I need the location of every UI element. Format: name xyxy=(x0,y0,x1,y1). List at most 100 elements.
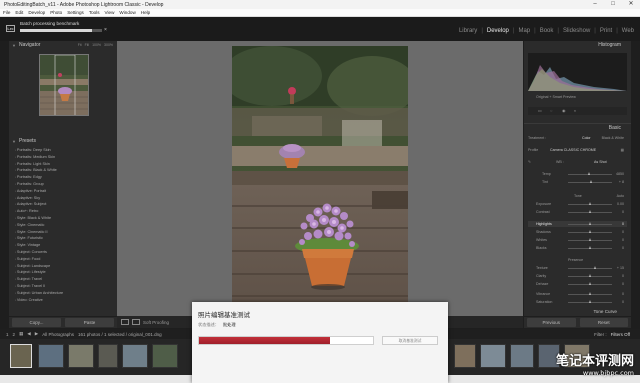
blacks-slider[interactable] xyxy=(568,246,612,249)
clarity-value[interactable]: 0 xyxy=(622,273,624,279)
reset-button[interactable]: Reset xyxy=(579,318,628,327)
texture-value[interactable]: + 15 xyxy=(617,265,624,271)
preset-item[interactable]: Style: Futuristic xyxy=(9,235,117,242)
shadows-slider[interactable] xyxy=(568,230,612,233)
thumbnail[interactable] xyxy=(152,344,178,368)
preset-item[interactable]: Subject: Urban Architecture xyxy=(9,290,117,297)
source-label[interactable]: All Photographs xyxy=(42,332,74,337)
loupe-view-icon[interactable] xyxy=(121,319,129,325)
paste-button[interactable]: Paste xyxy=(65,318,114,327)
soft-proofing-checkbox[interactable]: Soft Proofing xyxy=(143,320,169,325)
preset-item[interactable]: Portraits: Medium Skin xyxy=(9,154,117,161)
minimize-button[interactable]: – xyxy=(586,0,604,9)
back-arrow-icon[interactable]: ◀ xyxy=(27,331,30,337)
red-eye-tool-icon[interactable]: ◉ xyxy=(562,108,566,113)
preset-item[interactable]: Style: Cinematic II xyxy=(9,229,117,236)
module-print[interactable]: Print xyxy=(600,28,612,34)
exposure-slider[interactable] xyxy=(568,202,612,205)
whites-value[interactable]: 0 xyxy=(622,237,624,243)
zoom-fill[interactable]: Fill xyxy=(85,41,89,50)
crop-tool-icon[interactable]: ▭ xyxy=(538,108,542,113)
menu-edit[interactable]: Edit xyxy=(15,10,23,15)
menu-file[interactable]: File xyxy=(3,10,10,15)
menu-develop[interactable]: Develop xyxy=(28,10,45,15)
before-after-icon[interactable] xyxy=(132,319,140,325)
treatment-color-option[interactable]: Color xyxy=(582,135,591,141)
thumbnail[interactable] xyxy=(68,344,94,368)
thumbnail[interactable] xyxy=(10,344,32,368)
thumbnail[interactable] xyxy=(480,344,506,368)
preset-item[interactable]: Portraits: Light Skin xyxy=(9,161,117,168)
tone-auto-button[interactable]: Auto xyxy=(617,193,624,199)
forward-arrow-icon[interactable]: ▶ xyxy=(35,331,38,337)
thumbnail[interactable] xyxy=(98,344,118,368)
saturation-value[interactable]: 0 xyxy=(622,299,624,305)
cancel-task-icon[interactable]: × xyxy=(104,27,107,33)
zoom-100[interactable]: 100% xyxy=(92,41,101,50)
module-book[interactable]: Book xyxy=(540,28,554,34)
menu-view[interactable]: View xyxy=(105,10,115,15)
wb-select[interactable]: As Shot xyxy=(594,159,607,165)
preset-item[interactable]: Adaptive: Portrait xyxy=(9,188,117,195)
histogram-header[interactable]: Histogram xyxy=(524,41,631,50)
preset-item[interactable]: Auto+: Retro xyxy=(9,208,117,215)
preset-item[interactable]: Subject: Lifestyle xyxy=(9,269,117,276)
preset-item[interactable]: Portraits: Deep Skin xyxy=(9,147,117,154)
contrast-slider[interactable] xyxy=(568,210,612,213)
exposure-value[interactable]: 0.00 xyxy=(617,201,624,207)
menu-window[interactable]: Window xyxy=(119,10,135,15)
temp-slider[interactable] xyxy=(568,172,612,175)
preset-item[interactable]: Style: Black & White xyxy=(9,215,117,222)
previous-button[interactable]: Previous xyxy=(527,318,576,327)
preset-item[interactable]: Subject: Travel II xyxy=(9,283,117,290)
module-develop[interactable]: Develop xyxy=(487,28,509,34)
right-scrollbar[interactable] xyxy=(631,41,640,316)
thumbnail[interactable] xyxy=(122,344,148,368)
photo-image[interactable] xyxy=(232,46,408,312)
thumbnail[interactable] xyxy=(38,344,64,368)
treatment-bw-option[interactable]: Black & White xyxy=(602,135,624,141)
clarity-slider[interactable] xyxy=(568,274,612,277)
preset-item[interactable]: Adaptive: Sky xyxy=(9,195,117,202)
navigator-header[interactable]: ▼ Navigator Fit Fill 100% 300% xyxy=(9,41,117,50)
preset-item[interactable]: Subject: Concerts xyxy=(9,249,117,256)
saturation-slider[interactable] xyxy=(568,300,612,303)
basic-header[interactable]: Basic xyxy=(524,123,631,132)
module-slideshow[interactable]: Slideshow xyxy=(563,28,590,34)
whites-slider[interactable] xyxy=(568,238,612,241)
tint-slider[interactable] xyxy=(568,180,612,183)
wb-eyedropper-icon[interactable]: ✎ xyxy=(528,160,531,164)
healing-tool-icon[interactable]: ◌ xyxy=(550,108,552,113)
page-1-button[interactable]: 1 xyxy=(6,332,9,337)
filter-select[interactable]: Filters Off xyxy=(611,332,630,337)
tone-curve-header[interactable]: Tone Curve xyxy=(528,309,627,315)
dehaze-value[interactable]: 0 xyxy=(622,281,624,287)
preset-item[interactable]: Video: Creative xyxy=(9,297,117,304)
thumbnail[interactable] xyxy=(510,344,534,368)
copy-button[interactable]: Copy... xyxy=(12,318,61,327)
highlights-slider[interactable] xyxy=(568,222,612,225)
tint-value[interactable]: + 8 xyxy=(619,179,624,185)
preset-item[interactable]: Subject: Landscape xyxy=(9,263,117,270)
vibrance-slider[interactable] xyxy=(568,292,612,295)
preset-item[interactable]: Style: Vintage xyxy=(9,242,117,249)
texture-slider[interactable] xyxy=(568,266,612,269)
navigator-preview[interactable] xyxy=(39,54,89,116)
maximize-button[interactable]: □ xyxy=(604,0,622,9)
thumbnail[interactable] xyxy=(454,344,476,368)
shadows-value[interactable]: 0 xyxy=(622,229,624,235)
profile-browser-icon[interactable]: ▦ xyxy=(621,147,624,153)
profile-select[interactable]: Camera CLASSIC CHROME xyxy=(550,147,596,153)
blacks-value[interactable]: 0 xyxy=(622,245,624,251)
module-map[interactable]: Map xyxy=(518,28,530,34)
presets-header[interactable]: ▼ Presets xyxy=(9,137,117,146)
zoom-300[interactable]: 300% xyxy=(104,41,113,50)
highlights-value[interactable]: 0 xyxy=(622,221,624,227)
preset-item[interactable]: Portraits: Black & White xyxy=(9,167,117,174)
vibrance-value[interactable]: 0 xyxy=(622,291,624,297)
module-library[interactable]: Library xyxy=(459,28,477,34)
close-window-button[interactable]: ✕ xyxy=(622,0,640,9)
cancel-benchmark-button[interactable]: 取消基准测试 xyxy=(382,336,438,345)
module-web[interactable]: Web xyxy=(622,28,634,34)
preset-item[interactable]: Style: Cinematic xyxy=(9,222,117,229)
